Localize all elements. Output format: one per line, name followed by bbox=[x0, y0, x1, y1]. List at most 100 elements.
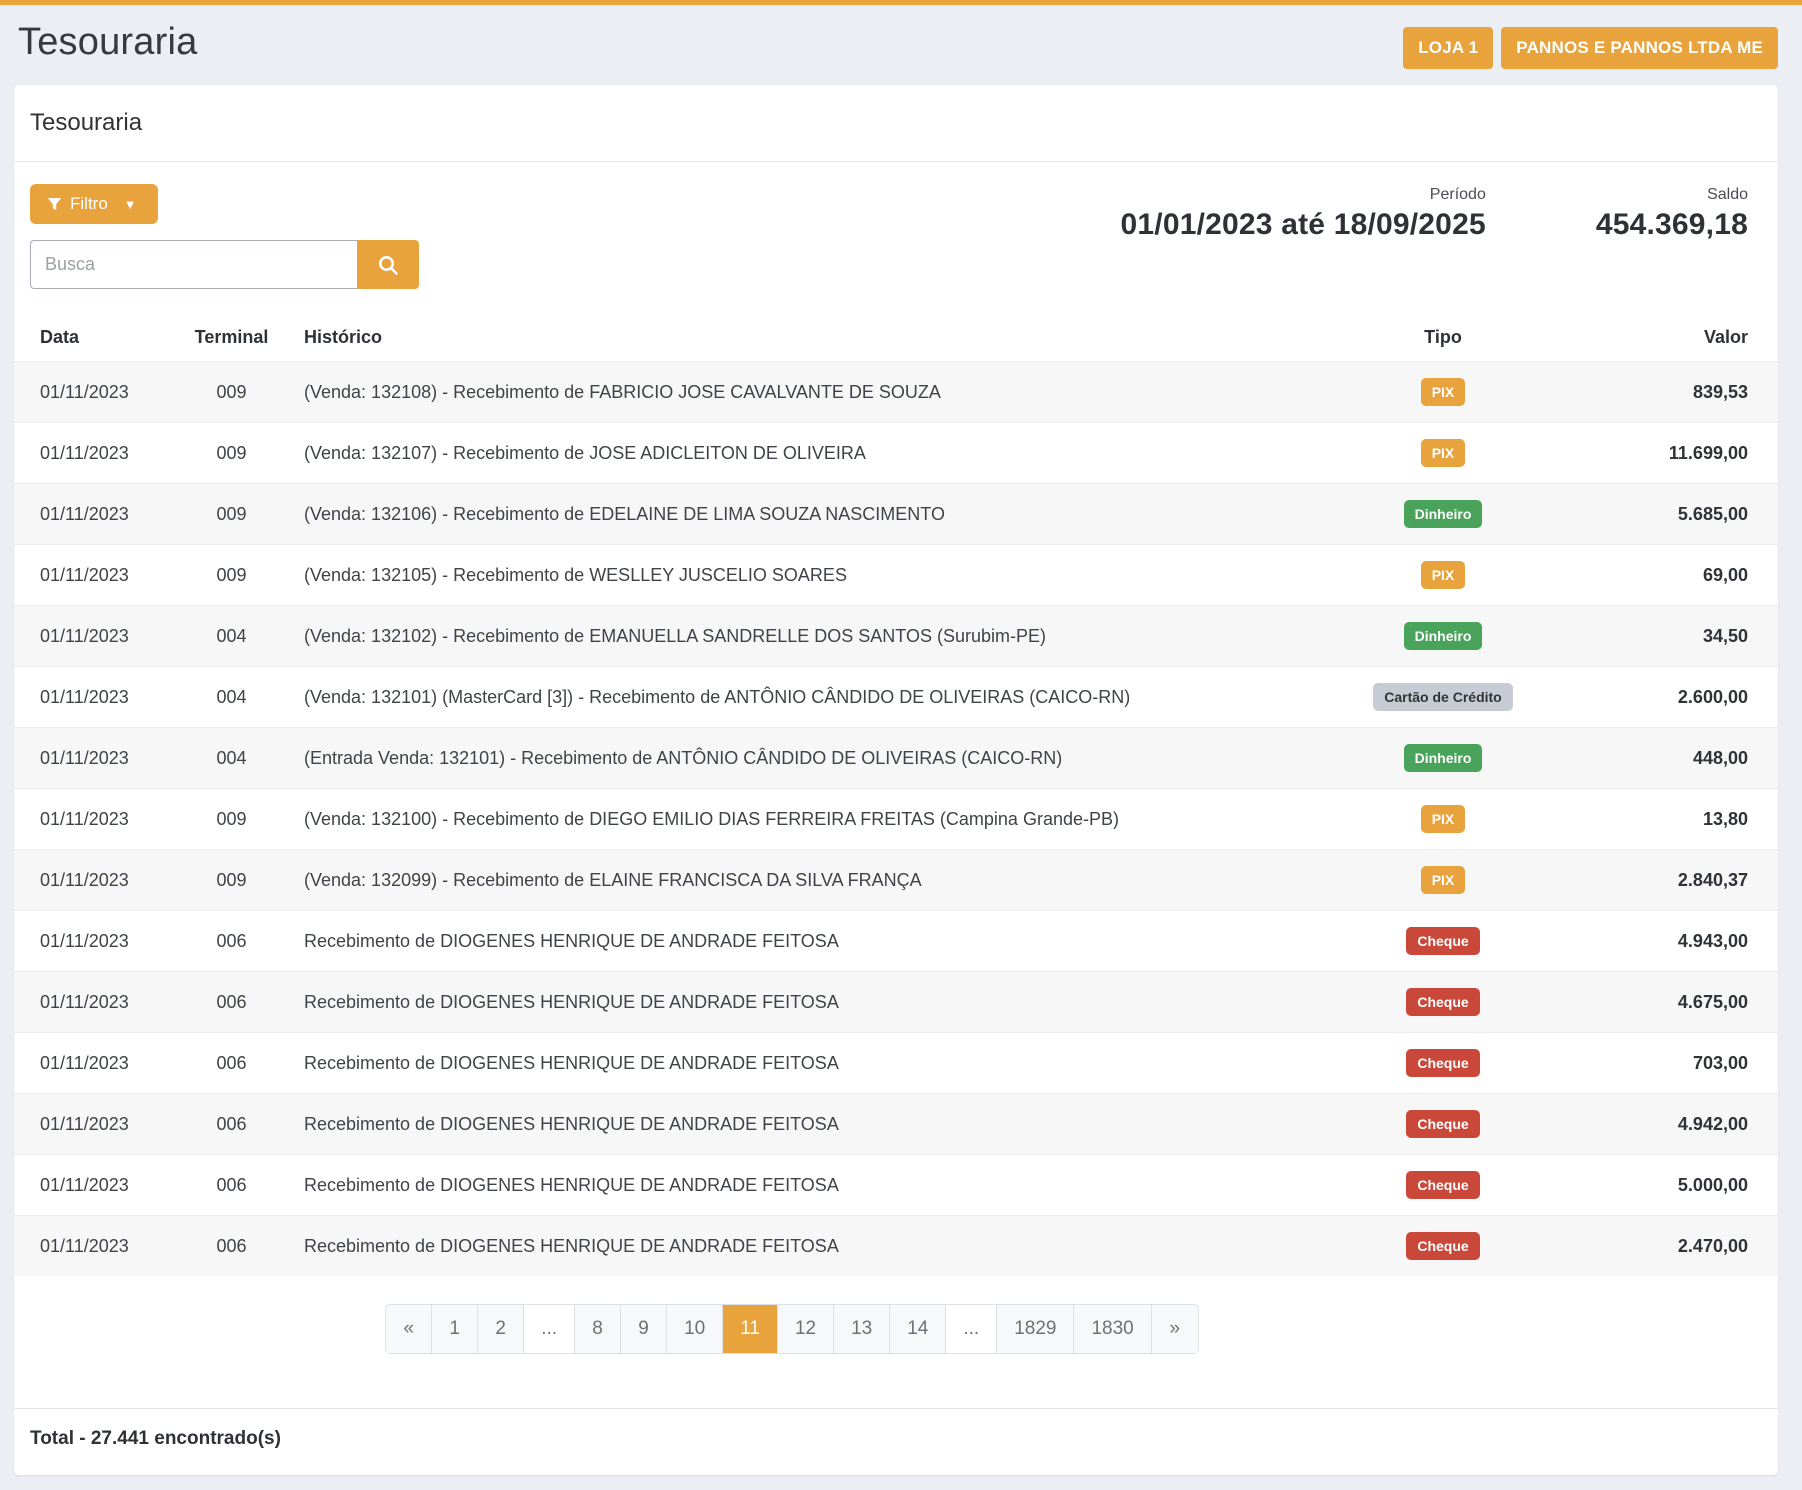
table-header-row: Data Terminal Histórico Tipo Valor bbox=[14, 313, 1778, 362]
page-button-12[interactable]: 12 bbox=[778, 1305, 834, 1353]
cell-historico: Recebimento de DIOGENES HENRIQUE DE ANDR… bbox=[294, 972, 1293, 1033]
cell-tipo: Dinheiro bbox=[1293, 606, 1593, 667]
chevron-down-icon: ▼ bbox=[124, 197, 137, 212]
period-value: 01/01/2023 até 18/09/2025 bbox=[1121, 208, 1486, 242]
cell-historico: (Venda: 132105) - Recebimento de WESLLEY… bbox=[294, 545, 1293, 606]
cell-terminal: 006 bbox=[169, 1033, 294, 1094]
transactions-body: 01/11/2023 009 (Venda: 132108) - Recebim… bbox=[14, 362, 1778, 1277]
cell-date: 01/11/2023 bbox=[14, 484, 169, 545]
store-button[interactable]: LOJA 1 bbox=[1403, 27, 1493, 69]
cell-date: 01/11/2023 bbox=[14, 728, 169, 789]
cell-tipo: PIX bbox=[1293, 545, 1593, 606]
type-badge: Cheque bbox=[1406, 927, 1479, 955]
cell-tipo: Cheque bbox=[1293, 1094, 1593, 1155]
cell-tipo: Cheque bbox=[1293, 1216, 1593, 1277]
cell-valor: 2.600,00 bbox=[1593, 667, 1778, 728]
saldo-block: Saldo 454.369,18 bbox=[1596, 186, 1748, 242]
cell-tipo: Cheque bbox=[1293, 1033, 1593, 1094]
type-badge: PIX bbox=[1421, 805, 1466, 833]
page-button-9[interactable]: 9 bbox=[621, 1305, 667, 1353]
table-row: 01/11/2023 006 Recebimento de DIOGENES H… bbox=[14, 1155, 1778, 1216]
page-button-2[interactable]: 2 bbox=[478, 1305, 524, 1353]
cell-valor: 4.942,00 bbox=[1593, 1094, 1778, 1155]
page-button-10[interactable]: 10 bbox=[667, 1305, 723, 1353]
company-button[interactable]: PANNOS E PANNOS LTDA ME bbox=[1501, 27, 1778, 69]
cell-date: 01/11/2023 bbox=[14, 362, 169, 423]
cell-valor: 5.685,00 bbox=[1593, 484, 1778, 545]
cell-tipo: Cheque bbox=[1293, 972, 1593, 1033]
cell-valor: 2.470,00 bbox=[1593, 1216, 1778, 1277]
type-badge: Cheque bbox=[1406, 988, 1479, 1016]
search-button[interactable] bbox=[357, 240, 419, 289]
cell-terminal: 009 bbox=[169, 423, 294, 484]
column-header-tipo: Tipo bbox=[1293, 313, 1593, 362]
cell-valor: 5.000,00 bbox=[1593, 1155, 1778, 1216]
filter-button[interactable]: Filtro ▼ bbox=[30, 184, 158, 224]
filter-button-label: Filtro bbox=[70, 194, 108, 214]
page-button-13[interactable]: 13 bbox=[834, 1305, 890, 1353]
table-row: 01/11/2023 004 (Venda: 132101) (MasterCa… bbox=[14, 667, 1778, 728]
pagination-prev[interactable]: « bbox=[386, 1305, 432, 1353]
cell-date: 01/11/2023 bbox=[14, 1155, 169, 1216]
search-group bbox=[30, 240, 419, 289]
cell-tipo: Cheque bbox=[1293, 1155, 1593, 1216]
table-row: 01/11/2023 004 (Venda: 132102) - Recebim… bbox=[14, 606, 1778, 667]
column-header-historico: Histórico bbox=[294, 313, 1293, 362]
card-header: Tesouraria bbox=[14, 85, 1778, 162]
pagination-ellipsis: ... bbox=[946, 1305, 997, 1353]
type-badge: Dinheiro bbox=[1404, 622, 1483, 650]
type-badge: Dinheiro bbox=[1404, 500, 1483, 528]
table-row: 01/11/2023 006 Recebimento de DIOGENES H… bbox=[14, 911, 1778, 972]
page-button-1829[interactable]: 1829 bbox=[997, 1305, 1074, 1353]
type-badge: Cheque bbox=[1406, 1232, 1479, 1260]
page-button-1830[interactable]: 1830 bbox=[1074, 1305, 1151, 1353]
cell-tipo: Cheque bbox=[1293, 911, 1593, 972]
card-subtitle: Tesouraria bbox=[30, 109, 1762, 137]
cell-terminal: 009 bbox=[169, 484, 294, 545]
page-button-1[interactable]: 1 bbox=[432, 1305, 478, 1353]
cell-valor: 839,53 bbox=[1593, 362, 1778, 423]
column-header-data: Data bbox=[14, 313, 169, 362]
pagination-next[interactable]: » bbox=[1152, 1305, 1198, 1353]
cell-valor: 4.675,00 bbox=[1593, 972, 1778, 1033]
cell-valor: 69,00 bbox=[1593, 545, 1778, 606]
saldo-label: Saldo bbox=[1596, 186, 1748, 204]
table-row: 01/11/2023 009 (Venda: 132108) - Recebim… bbox=[14, 362, 1778, 423]
transactions-table: Data Terminal Histórico Tipo Valor 01/11… bbox=[14, 313, 1778, 1276]
type-badge: Dinheiro bbox=[1404, 744, 1483, 772]
header-buttons: LOJA 1 PANNOS E PANNOS LTDA ME bbox=[1403, 27, 1778, 69]
cell-valor: 13,80 bbox=[1593, 789, 1778, 850]
type-badge: PIX bbox=[1421, 561, 1466, 589]
cell-date: 01/11/2023 bbox=[14, 545, 169, 606]
page-button-8[interactable]: 8 bbox=[575, 1305, 621, 1353]
cell-terminal: 004 bbox=[169, 667, 294, 728]
cell-terminal: 006 bbox=[169, 911, 294, 972]
table-row: 01/11/2023 004 (Entrada Venda: 132101) -… bbox=[14, 728, 1778, 789]
period-block: Período 01/01/2023 até 18/09/2025 bbox=[1121, 186, 1486, 242]
cell-tipo: Dinheiro bbox=[1293, 728, 1593, 789]
cell-date: 01/11/2023 bbox=[14, 423, 169, 484]
cell-tipo: PIX bbox=[1293, 850, 1593, 911]
page-button-14[interactable]: 14 bbox=[890, 1305, 946, 1353]
search-icon bbox=[376, 253, 400, 277]
toolbar-stats: Período 01/01/2023 até 18/09/2025 Saldo … bbox=[1121, 184, 1748, 242]
cell-historico: (Venda: 132099) - Recebimento de ELAINE … bbox=[294, 850, 1293, 911]
period-label: Período bbox=[1121, 186, 1486, 204]
type-badge: Cartão de Crédito bbox=[1373, 683, 1512, 711]
page-button-11[interactable]: 11 bbox=[723, 1305, 778, 1353]
pagination-wrap: «12...891011121314...18291830» bbox=[14, 1304, 1778, 1354]
toolbar-left: Filtro ▼ bbox=[30, 184, 419, 289]
cell-date: 01/11/2023 bbox=[14, 1216, 169, 1277]
cell-historico: (Venda: 132106) - Recebimento de EDELAIN… bbox=[294, 484, 1293, 545]
cell-historico: Recebimento de DIOGENES HENRIQUE DE ANDR… bbox=[294, 1094, 1293, 1155]
cell-date: 01/11/2023 bbox=[14, 1094, 169, 1155]
search-input[interactable] bbox=[30, 240, 357, 289]
cell-valor: 4.943,00 bbox=[1593, 911, 1778, 972]
column-header-terminal: Terminal bbox=[169, 313, 294, 362]
saldo-value: 454.369,18 bbox=[1596, 208, 1748, 242]
cell-terminal: 009 bbox=[169, 362, 294, 423]
type-badge: Cheque bbox=[1406, 1049, 1479, 1077]
toolbar: Filtro ▼ Período 01/01/2023 até 18/09/20… bbox=[14, 162, 1778, 313]
cell-date: 01/11/2023 bbox=[14, 1033, 169, 1094]
cell-terminal: 006 bbox=[169, 972, 294, 1033]
